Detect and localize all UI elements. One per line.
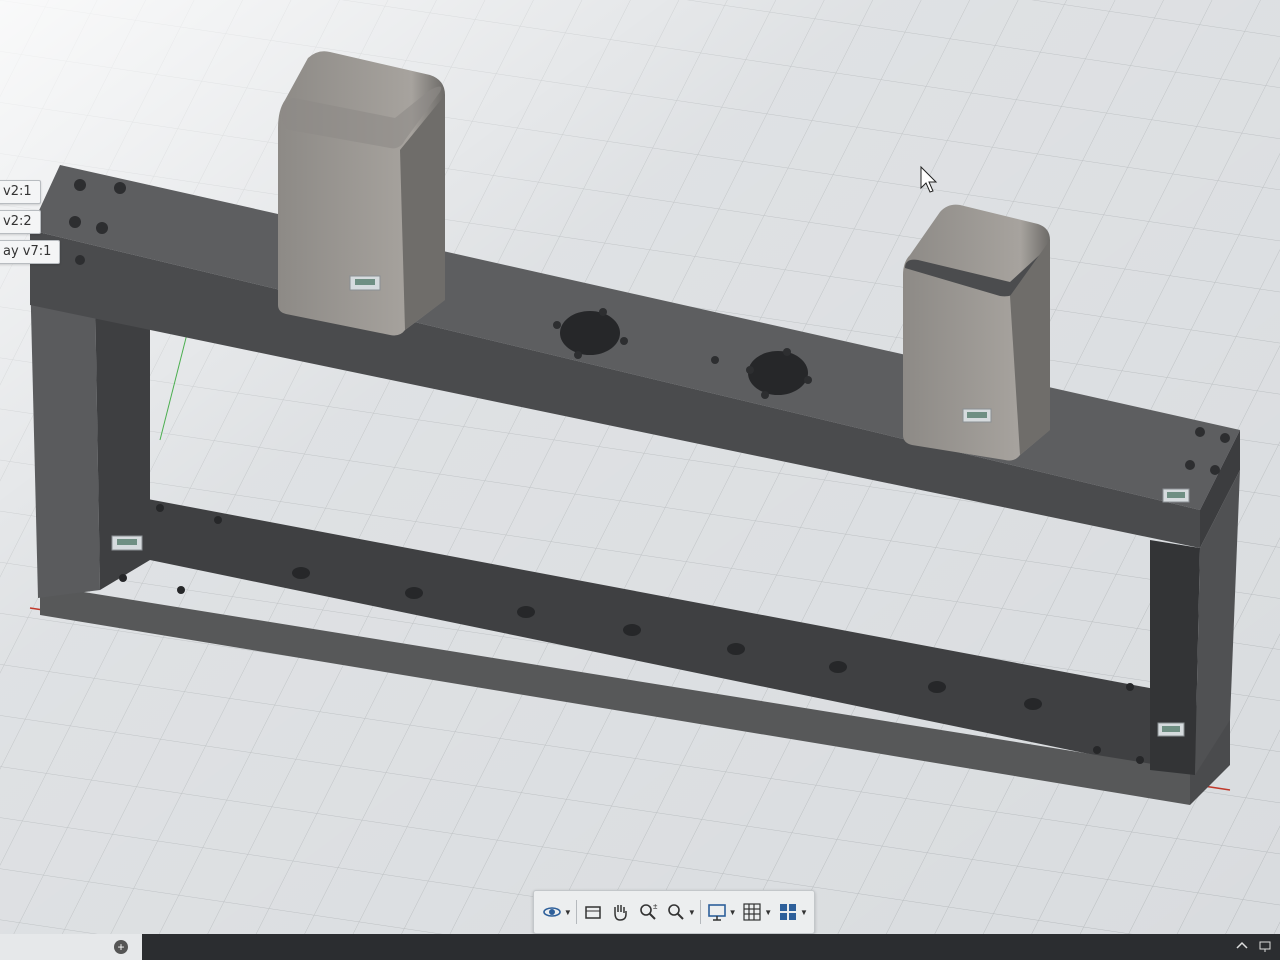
left-enclosure-box[interactable] [278, 51, 445, 336]
zoom-icon[interactable]: ± [636, 899, 660, 925]
bottom-bar: + [0, 934, 1280, 960]
grid-dropdown-icon[interactable]: ▼ [764, 908, 772, 917]
joint-marker-2[interactable] [962, 408, 992, 423]
browser-item-label-3[interactable]: ay v7:1 [0, 240, 61, 264]
navigation-toolbar: ▼ ± ▼ ▼ ▼ ▼ [533, 890, 815, 934]
joint-marker-3[interactable] [1162, 488, 1190, 503]
svg-text:±: ± [653, 902, 658, 911]
system-tray [1234, 938, 1274, 954]
toolbar-divider [699, 900, 701, 924]
zoom-dropdown-icon[interactable]: ▼ [688, 908, 696, 917]
viewports-dropdown-icon[interactable]: ▼ [800, 908, 808, 917]
viewports-icon[interactable] [776, 899, 800, 925]
browser-item-label-1[interactable]: v2:1 [0, 180, 41, 204]
joint-marker-1[interactable] [349, 275, 381, 291]
3d-viewport[interactable] [0, 0, 1280, 960]
display-settings-icon[interactable] [705, 899, 729, 925]
timeline-strip: + [0, 934, 142, 960]
add-icon[interactable]: + [114, 940, 128, 954]
joint-marker-5[interactable] [1157, 722, 1185, 737]
toolbar-divider [575, 900, 577, 924]
chevron-up-icon[interactable] [1234, 938, 1250, 954]
orbit-icon[interactable] [540, 899, 564, 925]
network-icon[interactable] [1258, 938, 1274, 954]
display-dropdown-icon[interactable]: ▼ [729, 908, 737, 917]
pan-hand-icon[interactable] [608, 899, 632, 925]
orbit-dropdown-icon[interactable]: ▼ [564, 908, 572, 917]
fit-zoom-icon[interactable] [664, 899, 688, 925]
joint-marker-4[interactable] [111, 535, 143, 551]
small-hole [711, 356, 719, 364]
grid-snaps-icon[interactable] [740, 899, 764, 925]
look-at-icon[interactable] [581, 899, 605, 925]
browser-item-label-2[interactable]: v2:2 [0, 210, 41, 234]
